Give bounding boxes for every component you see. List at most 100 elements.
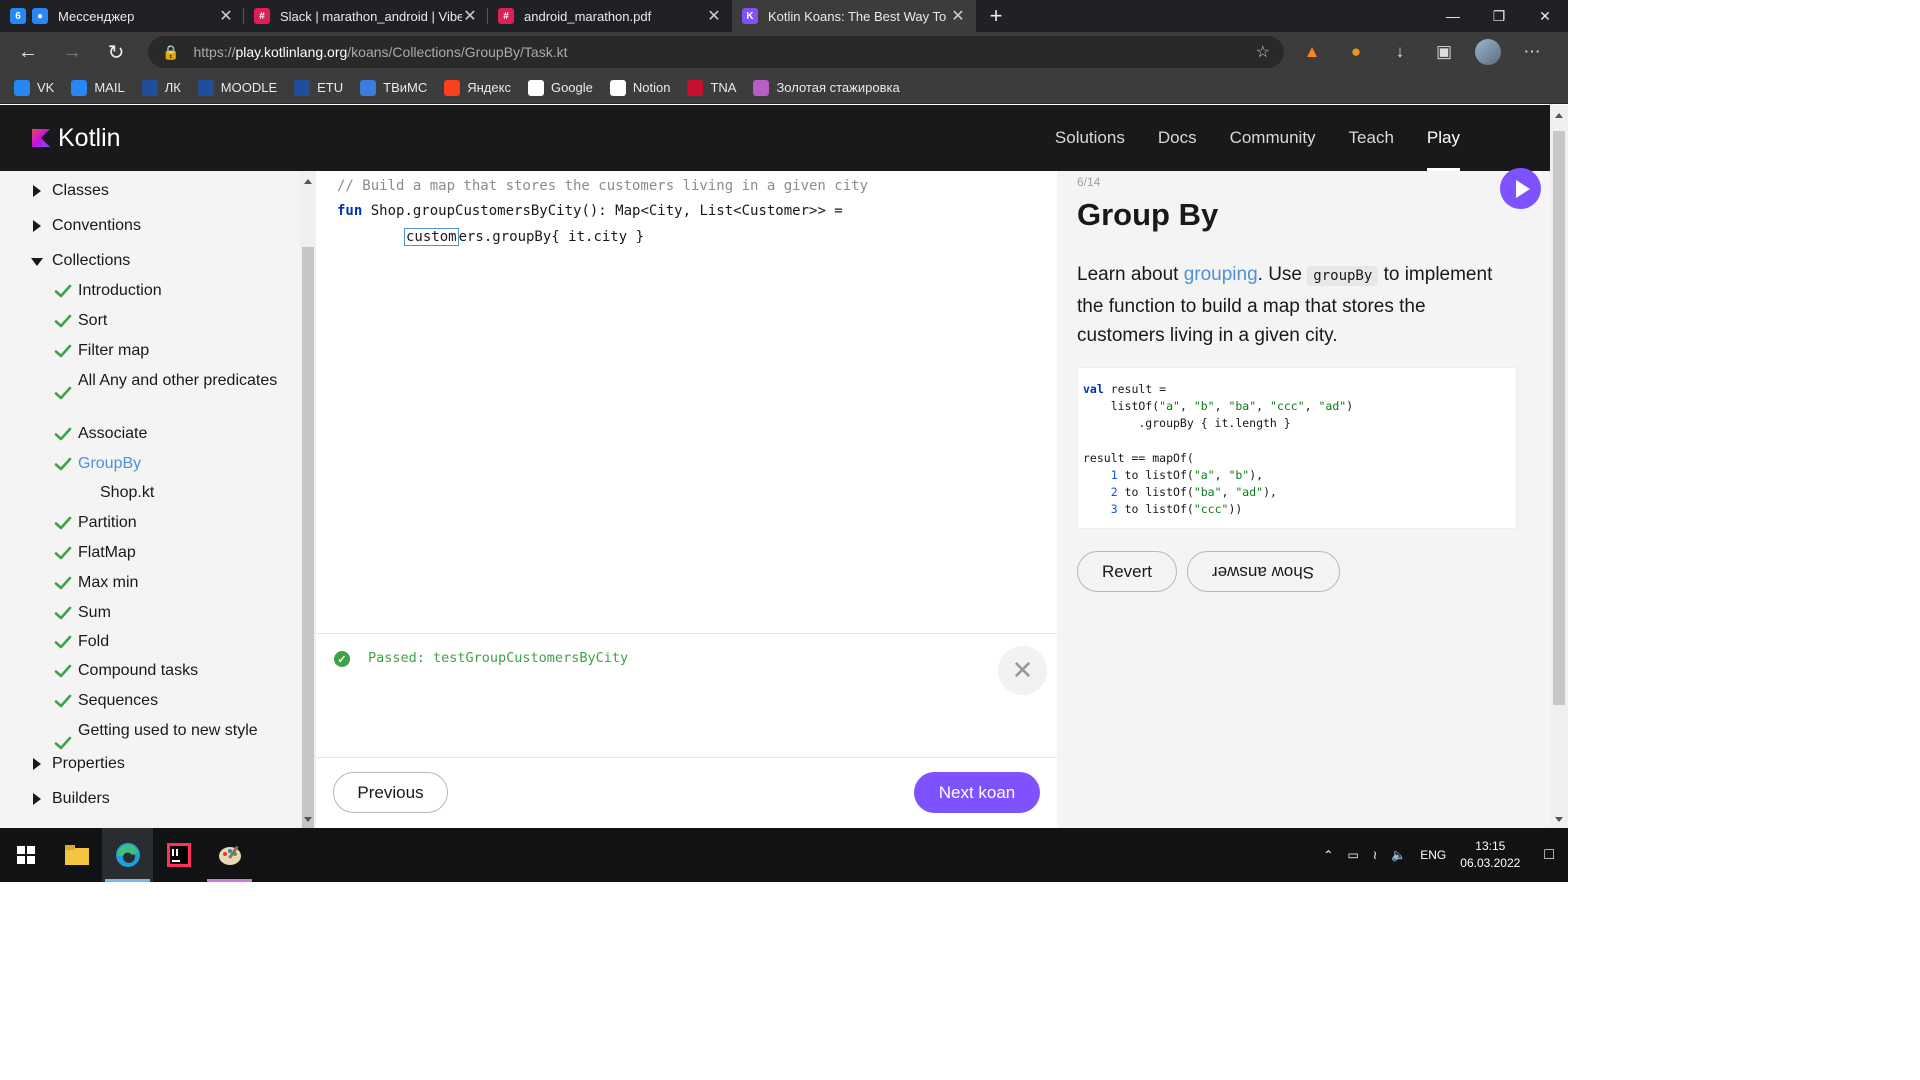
close-tab-icon[interactable]: ✕ (462, 6, 478, 26)
sidebar-item-label: Getting used to new style (78, 722, 258, 739)
windows-start-icon[interactable] (0, 828, 51, 882)
code-line-1[interactable]: // Build a map that stores the customers… (337, 178, 868, 194)
highlighted-selection: custom (404, 228, 459, 246)
bookmark-favicon-icon (14, 79, 30, 96)
forward-icon[interactable]: → (50, 41, 94, 64)
close-tab-icon[interactable]: ✕ (706, 6, 722, 26)
url-host: play.kotlinlang.org (235, 44, 348, 60)
code-editor[interactable]: // Build a map that stores the customers… (316, 171, 1057, 633)
windows-taskbar: ⌃ ▭ ≀ 🔈 ENG 13:15 06.03.2022 □ (0, 828, 1568, 882)
browser-tab-messenger[interactable]: 6 ● Мессенджер ✕ (0, 0, 244, 32)
sidebar-scrollbar[interactable] (300, 171, 316, 850)
file-explorer-icon[interactable] (51, 828, 102, 882)
check-icon (54, 604, 72, 622)
browser-tab-pdf[interactable]: # android_marathon.pdf ✕ (488, 0, 732, 32)
bookmark-favicon-icon (294, 79, 311, 96)
sidebar-item-label: Filter map (78, 342, 150, 359)
bookmark-favicon-icon (141, 79, 158, 96)
close-tab-icon[interactable]: ✕ (218, 6, 234, 26)
previous-button[interactable]: Previous (333, 772, 448, 813)
task-title: Group By (1077, 197, 1219, 232)
new-tab-icon[interactable]: + (976, 0, 1016, 32)
browser-tab-kotlin-koans[interactable]: K Kotlin Koans: The Best Way To Learn Ko… (732, 0, 976, 32)
bookmark-item[interactable]: ETU (294, 79, 343, 96)
back-icon[interactable]: ← (6, 41, 50, 64)
profile-avatar[interactable] (1475, 39, 1501, 65)
bookmark-item[interactable]: Яндекс (444, 79, 511, 96)
language-indicator[interactable]: ENG (1420, 848, 1446, 862)
keyword-fun: fun (337, 203, 363, 219)
close-window-icon[interactable]: ✕ (1522, 0, 1568, 32)
kotlin-logo-icon (32, 129, 50, 147)
bookmark-label: MOODLE (220, 80, 278, 95)
scroll-up-icon[interactable] (1555, 113, 1563, 118)
bookmark-item[interactable]: ТВиМС (360, 79, 427, 96)
restore-icon[interactable]: ❐ (1476, 0, 1522, 32)
bookmark-item[interactable]: MAIL (71, 79, 125, 96)
scrollbar-thumb[interactable] (302, 247, 314, 850)
check-icon (54, 574, 72, 592)
next-koan-button[interactable]: Next koan (914, 772, 1040, 813)
bookmark-item[interactable]: Google (527, 79, 593, 96)
collections-icon[interactable]: ▣ (1422, 42, 1466, 62)
clock[interactable]: 13:15 06.03.2022 (1460, 838, 1520, 872)
bookmark-item[interactable]: VK (14, 79, 55, 96)
sidebar-item-label: All Any and other predicates (78, 372, 278, 389)
scroll-down-icon[interactable] (304, 817, 312, 822)
metamask-icon[interactable]: ▲ (1290, 42, 1334, 62)
nav-solutions[interactable]: Solutions (1055, 105, 1125, 171)
nav-teach[interactable]: Teach (1349, 105, 1394, 171)
wifi-icon[interactable]: ≀ (1373, 848, 1378, 862)
favorite-star-icon[interactable]: ☆ (1256, 42, 1270, 62)
chevron-up-icon[interactable]: ⌃ (1323, 848, 1333, 862)
address-bar[interactable]: 🔒 https://play.kotlinlang.org/koans/Coll… (148, 36, 1284, 68)
intellij-idea-icon[interactable] (153, 828, 204, 882)
kotlin-logo[interactable]: Kotlin (32, 124, 121, 153)
url-prefix: https:// (193, 44, 236, 60)
check-icon (54, 692, 72, 710)
menu-dots-icon[interactable]: ⋯ (1510, 42, 1554, 62)
nav-community[interactable]: Community (1230, 105, 1316, 171)
minimize-icon[interactable]: — (1430, 0, 1476, 32)
check-icon (54, 633, 72, 651)
reload-icon[interactable]: ↻ (94, 40, 138, 65)
bookmark-label: VK (37, 80, 55, 95)
run-button[interactable] (1500, 168, 1541, 209)
code-line-2[interactable]: fun Shop.groupCustomersByCity(): Map<Cit… (337, 203, 843, 219)
sidebar-item-label: Partition (78, 514, 137, 531)
browser-tab-slack[interactable]: # Slack | marathon_android | Vibelab ✕ (244, 0, 488, 32)
revert-button[interactable]: Revert (1077, 551, 1177, 592)
scroll-down-icon[interactable] (1555, 817, 1563, 822)
scroll-up-icon[interactable] (304, 179, 312, 184)
bookmark-item[interactable]: Золотая стажировка (753, 79, 900, 96)
site-nav: Solutions Docs Community Teach Play (1022, 105, 1461, 171)
volume-icon[interactable]: 🔈 (1391, 848, 1406, 862)
paint-app-icon[interactable] (204, 828, 255, 882)
grouping-link[interactable]: grouping (1184, 264, 1258, 285)
nav-play[interactable]: Play (1426, 105, 1461, 171)
bookmark-favicon-icon (527, 79, 544, 96)
downloads-icon[interactable]: ↓ (1378, 42, 1422, 62)
close-results-button[interactable]: ✕ (998, 646, 1047, 695)
bookmark-favicon-icon (444, 79, 461, 96)
nav-docs[interactable]: Docs (1158, 105, 1197, 171)
code-line-3[interactable]: custom ers.groupBy{ it.city } (404, 228, 644, 246)
show-answer-button[interactable]: Show answer (1187, 551, 1340, 592)
bookmarks-bar: VK MAIL ЛК MOODLE ETU ТВиМС Яндекс Google Notion… (0, 72, 1568, 104)
notifications-icon[interactable]: □ (1544, 846, 1554, 864)
bookmark-label: Notion (632, 80, 671, 95)
edge-browser-icon[interactable] (102, 828, 153, 882)
bookmark-item[interactable]: MOODLE (197, 79, 278, 96)
expand-arrow-icon (33, 793, 41, 805)
bookmark-item[interactable]: ЛК (141, 79, 181, 96)
scrollbar-thumb[interactable] (1553, 131, 1565, 705)
extension-b-icon[interactable]: ● (1334, 42, 1378, 62)
page-scrollbar[interactable] (1550, 105, 1568, 828)
bookmark-label: Google (550, 80, 593, 95)
close-tab-icon[interactable]: ✕ (950, 6, 966, 26)
bookmark-item[interactable]: Notion (609, 79, 671, 96)
bookmark-item[interactable]: TNA (687, 79, 736, 96)
battery-icon[interactable]: ▭ (1347, 848, 1358, 862)
expand-arrow-icon (33, 185, 41, 197)
sidebar-item-label: GroupBy (78, 455, 142, 472)
